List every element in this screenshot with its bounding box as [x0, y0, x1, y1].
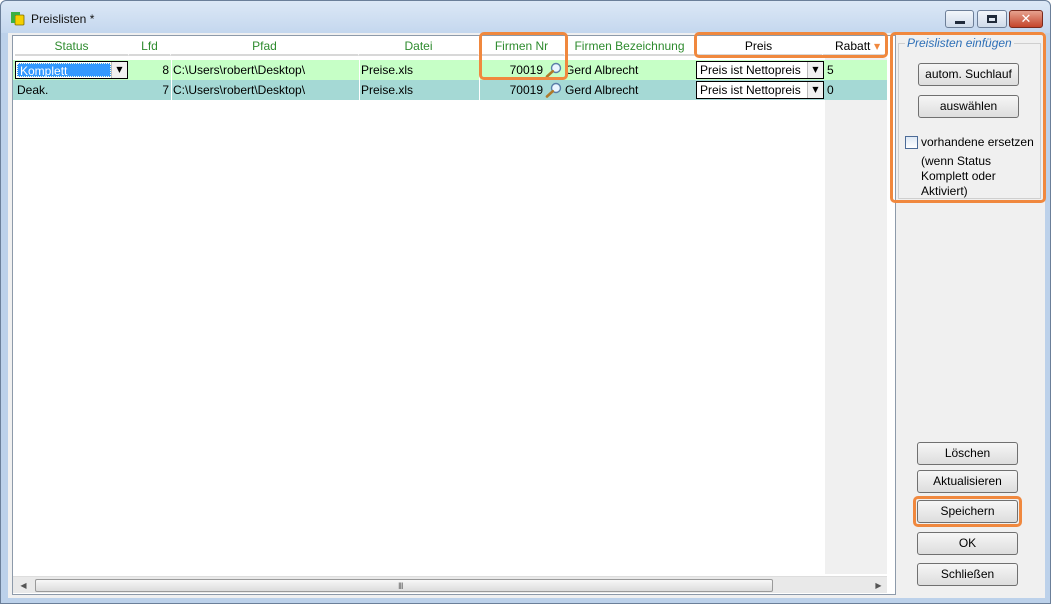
minimize-icon	[954, 20, 965, 24]
select-button[interactable]: auswählen	[918, 95, 1019, 118]
col-header-firmen-nr[interactable]: Firmen Nr	[479, 36, 565, 56]
cell-firmen-nr[interactable]: 70019	[479, 60, 545, 80]
sort-desc-icon: ▼	[874, 42, 881, 51]
preis-combo[interactable]: Preis ist Nettopreis ▼	[696, 81, 824, 99]
cell-lfd[interactable]: 8	[129, 60, 171, 80]
grid-empty-area	[825, 58, 887, 574]
cell-firmen-bezeichnung[interactable]: Gerd Albrecht	[563, 80, 695, 100]
col-header-rabatt[interactable]: Rabatt ▼	[823, 36, 887, 56]
maximize-icon	[987, 15, 997, 23]
title-bar[interactable]: Preislisten * ✕	[1, 1, 1050, 33]
dropdown-arrow-icon[interactable]: ▼	[807, 82, 823, 98]
replace-existing-checkbox[interactable]	[905, 136, 918, 149]
magnifier-icon[interactable]	[545, 82, 563, 98]
dropdown-arrow-icon[interactable]: ▼	[807, 62, 823, 78]
minimize-button[interactable]	[945, 10, 974, 28]
scroll-left-icon[interactable]: ◀	[15, 577, 32, 594]
preislisten-grid: Status Lfd Pfad Datei Firmen Nr Firmen B…	[12, 35, 896, 595]
horizontal-scrollbar[interactable]: ◀ III ▶	[13, 576, 887, 593]
close-button[interactable]: Schließen	[917, 563, 1018, 586]
cell-datei[interactable]: Preise.xls	[359, 60, 479, 80]
col-header-lfd[interactable]: Lfd	[129, 36, 171, 56]
cell-pfad[interactable]: C:\Users\robert\Desktop\	[171, 80, 359, 100]
cell-pfad[interactable]: C:\Users\robert\Desktop\	[171, 60, 359, 80]
cell-datei[interactable]: Preise.xls	[359, 80, 479, 100]
col-header-rabatt-label: Rabatt	[835, 39, 871, 53]
preis-value: Preis ist Nettopreis	[700, 83, 801, 97]
col-header-firmen-bezeichnung[interactable]: Firmen Bezeichnung	[565, 36, 695, 56]
close-window-button[interactable]: ✕	[1009, 10, 1043, 28]
cell-status[interactable]: Deak.	[15, 80, 129, 100]
col-header-pfad[interactable]: Pfad	[171, 36, 359, 56]
group-title: Preislisten einfügen	[905, 36, 1014, 50]
col-header-datei[interactable]: Datei	[359, 36, 479, 56]
col-header-preis[interactable]: Preis	[695, 36, 823, 56]
delete-button[interactable]: Löschen	[917, 442, 1018, 465]
refresh-button[interactable]: Aktualisieren	[917, 470, 1018, 493]
close-icon: ✕	[1020, 11, 1032, 27]
table-row[interactable]: Komplett ▼ 8 C:\Users\robert\Desktop\ Pr…	[13, 60, 887, 80]
grid-header: Status Lfd Pfad Datei Firmen Nr Firmen B…	[13, 36, 887, 58]
cell-firmen-nr[interactable]: 70019	[479, 80, 545, 100]
dropdown-arrow-icon[interactable]: ▼	[111, 62, 127, 78]
preis-value: Preis ist Nettopreis	[700, 63, 801, 77]
scrollbar-thumb[interactable]: III	[35, 579, 773, 592]
scroll-right-icon[interactable]: ▶	[870, 577, 887, 594]
magnifier-icon[interactable]	[545, 62, 563, 78]
app-icon	[10, 10, 26, 26]
window-client: Status Lfd Pfad Datei Firmen Nr Firmen B…	[8, 32, 1046, 598]
maximize-button[interactable]	[977, 10, 1007, 28]
window-title: Preislisten *	[31, 12, 95, 26]
replace-note: (wenn Status Komplett oder Aktiviert)	[921, 154, 996, 198]
auto-search-button[interactable]: autom. Suchlauf	[918, 63, 1019, 86]
status-combo[interactable]: Komplett ▼	[15, 61, 128, 79]
status-value: Komplett	[17, 63, 111, 78]
save-button[interactable]: Speichern	[917, 500, 1018, 523]
preis-combo[interactable]: Preis ist Nettopreis ▼	[696, 61, 824, 79]
cell-rabatt[interactable]: 5	[825, 60, 885, 80]
preislisten-einfuegen-group: Preislisten einfügen autom. Suchlauf aus…	[898, 36, 1041, 199]
ok-button[interactable]: OK	[917, 532, 1018, 555]
replace-existing-label[interactable]: vorhandene ersetzen	[921, 135, 1034, 149]
scrollbar-grip: III	[398, 581, 403, 591]
preislisten-window: Preislisten * ✕ Status Lfd Pfad Datei Fi…	[0, 0, 1051, 604]
cell-firmen-bezeichnung[interactable]: Gerd Albrecht	[563, 60, 695, 80]
cell-lfd[interactable]: 7	[129, 80, 171, 100]
cell-rabatt[interactable]: 0	[825, 80, 885, 100]
table-row[interactable]: Deak. 7 C:\Users\robert\Desktop\ Preise.…	[13, 80, 887, 100]
col-header-status[interactable]: Status	[15, 36, 129, 56]
